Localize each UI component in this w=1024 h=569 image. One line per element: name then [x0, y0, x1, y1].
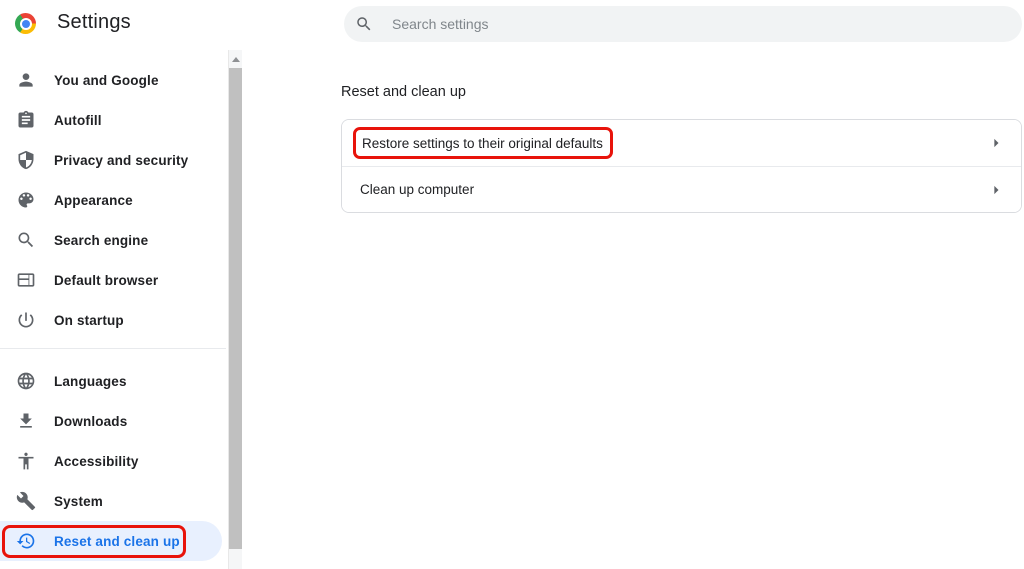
browser-icon — [16, 270, 36, 290]
reset-settings-card: Restore settings to their original defau… — [341, 119, 1022, 213]
chevron-right-icon — [986, 133, 1006, 153]
sidebar-item-label: Accessibility — [54, 454, 139, 469]
sidebar-item-appearance[interactable]: Appearance — [0, 180, 222, 220]
settings-row-clean-up-computer[interactable]: Clean up computer — [342, 166, 1021, 212]
sidebar-item-label: Reset and clean up — [54, 534, 180, 549]
scroll-up-button[interactable] — [229, 50, 243, 68]
sidebar-item-accessibility[interactable]: Accessibility — [0, 441, 222, 481]
sidebar-item-label: Languages — [54, 374, 127, 389]
person-icon — [16, 70, 36, 90]
scroll-up-arrow-icon — [232, 57, 240, 62]
wrench-icon — [16, 491, 36, 511]
sidebar-scrollbar[interactable] — [228, 50, 242, 569]
sidebar-item-you-and-google[interactable]: You and Google — [0, 60, 222, 100]
settings-header: Settings — [0, 0, 1024, 50]
sidebar-item-label: Privacy and security — [54, 153, 188, 168]
sidebar-divider — [0, 348, 226, 349]
shield-icon — [16, 150, 36, 170]
sidebar-item-label: On startup — [54, 313, 124, 328]
chrome-logo-icon — [15, 13, 36, 34]
page-title: Settings — [57, 11, 131, 34]
scrollbar-thumb[interactable] — [229, 68, 242, 549]
sidebar-item-privacy-and-security[interactable]: Privacy and security — [0, 140, 222, 180]
sidebar-item-system[interactable]: System — [0, 481, 222, 521]
search-bar — [344, 6, 1022, 42]
sidebar-item-label: Autofill — [54, 113, 102, 128]
sidebar-item-downloads[interactable]: Downloads — [0, 401, 222, 441]
row-label: Clean up computer — [342, 182, 474, 197]
sidebar-item-on-startup[interactable]: On startup — [0, 300, 222, 340]
search-icon — [16, 230, 36, 250]
sidebar-item-search-engine[interactable]: Search engine — [0, 220, 222, 260]
sidebar-item-default-browser[interactable]: Default browser — [0, 260, 222, 300]
sidebar-item-reset-and-clean-up[interactable]: Reset and clean up — [0, 521, 222, 561]
history-icon — [16, 531, 36, 551]
annotation-box: Restore settings to their original defau… — [353, 127, 613, 159]
accessibility-icon — [16, 451, 36, 471]
sidebar-item-label: Search engine — [54, 233, 148, 248]
sidebar-item-autofill[interactable]: Autofill — [0, 100, 222, 140]
autofill-icon — [16, 110, 36, 130]
row-label: Restore settings to their original defau… — [362, 136, 603, 151]
globe-icon — [16, 371, 36, 391]
power-icon — [16, 310, 36, 330]
search-input[interactable] — [344, 6, 1022, 42]
sidebar-item-label: Appearance — [54, 193, 133, 208]
settings-row-restore-settings-to-their-original-defaults[interactable]: Restore settings to their original defau… — [342, 120, 1021, 166]
palette-icon — [16, 190, 36, 210]
section-heading: Reset and clean up — [341, 84, 466, 100]
sidebar-item-label: System — [54, 494, 103, 509]
sidebar-item-label: Downloads — [54, 414, 127, 429]
chevron-right-icon — [986, 180, 1006, 200]
sidebar-item-label: Default browser — [54, 273, 158, 288]
sidebar-item-label: You and Google — [54, 73, 159, 88]
download-icon — [16, 411, 36, 431]
settings-sidebar: You and Google Autofill Privacy and securi… — [0, 50, 226, 561]
sidebar-item-languages[interactable]: Languages — [0, 361, 222, 401]
